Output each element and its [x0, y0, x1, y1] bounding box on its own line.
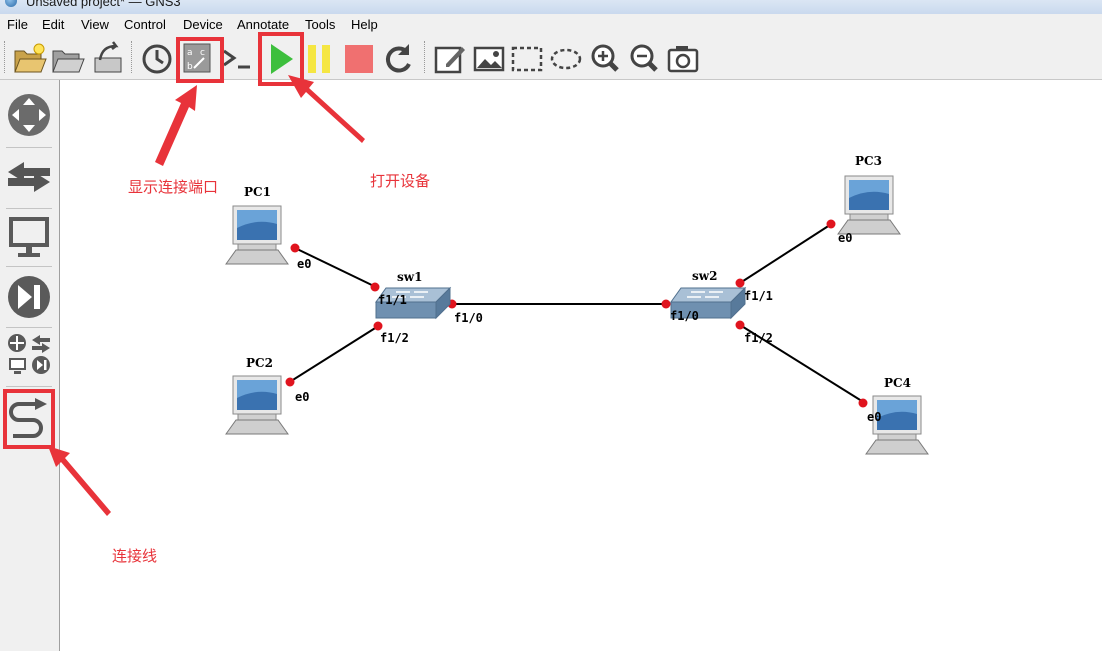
port-label-sw1-f1-2: f1/2 [380, 331, 409, 345]
screenshot-button[interactable] [666, 38, 702, 76]
draw-ellipse-button[interactable] [549, 38, 585, 76]
zoom-out-button[interactable] [628, 38, 664, 76]
terminal-icon [223, 49, 250, 69]
suspend-all-button[interactable] [302, 38, 338, 76]
pc-icon [837, 175, 901, 235]
toolbar-separator [424, 41, 427, 73]
pc-icon [225, 205, 289, 265]
gns3-logo-icon [5, 0, 17, 7]
pause-icon [308, 45, 330, 73]
pc-icon [865, 395, 929, 455]
reload-icon [385, 44, 411, 73]
title-bar: Unsaved project* — GNS3 [0, 0, 1102, 14]
node-label-pc3: PC3 [855, 154, 882, 168]
zoom-out-icon [630, 44, 658, 72]
highlight-interface-labels [176, 37, 224, 83]
annotation-show-ports: 显示连接端口 [128, 178, 219, 196]
ellipse-icon [550, 48, 582, 70]
picture-icon [473, 46, 505, 72]
browse-all-devices-button[interactable] [4, 330, 54, 380]
sidebar-divider [6, 266, 52, 267]
save-project-button[interactable] [90, 38, 126, 76]
highlight-add-link [3, 389, 55, 449]
node-label-sw2: sw2 [692, 269, 718, 283]
port-label-sw2-f1-2: f1/2 [744, 331, 773, 345]
insert-picture-button[interactable] [472, 38, 508, 76]
new-folder-icon [14, 43, 47, 73]
stop-icon [345, 45, 373, 73]
menu-tools[interactable]: Tools [305, 17, 335, 32]
all-devices-icon [8, 334, 50, 374]
pc2-node[interactable] [224, 374, 290, 441]
window-title: Unsaved project* — GNS3 [26, 0, 181, 9]
toolbar-separator [131, 41, 134, 73]
node-label-pc1: PC1 [244, 185, 271, 199]
browse-security-devices-button[interactable] [4, 272, 54, 322]
open-project-button[interactable] [50, 38, 86, 76]
browse-routers-button[interactable] [4, 90, 54, 140]
sidebar-divider [6, 147, 52, 148]
open-folder-icon [52, 50, 85, 73]
port-label-sw2-f1-1: f1/1 [744, 289, 773, 303]
port-label-pc2-e0: e0 [295, 390, 310, 404]
highlight-start-button [258, 32, 304, 86]
port-dot [290, 243, 300, 253]
device-type-sidebar [0, 80, 60, 651]
monitor-icon [9, 217, 49, 257]
node-label-pc2: PC2 [246, 356, 273, 370]
node-label-sw1: sw1 [397, 270, 423, 284]
camera-icon [667, 46, 699, 73]
browse-end-devices-button[interactable] [4, 212, 54, 262]
menu-file[interactable]: File [7, 17, 28, 32]
port-dot [826, 219, 836, 229]
sidebar-divider [6, 327, 52, 328]
link-pc3-sw2[interactable] [739, 222, 834, 284]
router-icon [8, 94, 50, 136]
edit-note-icon [434, 46, 465, 74]
menu-bar: File Edit View Control Device Annotate T… [0, 14, 1102, 36]
menu-help[interactable]: Help [351, 17, 378, 32]
port-label-pc4-e0: e0 [867, 410, 882, 424]
zoom-in-icon [591, 44, 619, 72]
pc-icon [225, 375, 289, 435]
port-label-sw2-f1-0: f1/0 [670, 309, 699, 323]
sidebar-divider [6, 208, 52, 209]
console-all-button[interactable] [220, 38, 256, 76]
stop-all-button[interactable] [342, 38, 378, 76]
port-label-sw1-f1-0: f1/0 [454, 311, 483, 325]
switch-arrows-icon [8, 162, 50, 192]
play-pause-circle-icon [8, 276, 50, 318]
rectangle-icon [511, 46, 543, 72]
save-icon [94, 41, 122, 73]
toolbar-grip [4, 41, 7, 73]
snapshot-button[interactable] [140, 38, 176, 76]
port-label-pc1-e0: e0 [297, 257, 312, 271]
menu-control[interactable]: Control [124, 17, 166, 32]
pc1-node[interactable] [224, 204, 290, 271]
node-label-pc4: PC4 [884, 376, 911, 390]
zoom-in-button[interactable] [589, 38, 625, 76]
sidebar-divider [6, 386, 52, 387]
browse-switches-button[interactable] [4, 152, 54, 202]
topology-drawing [285, 219, 868, 408]
annotation-add-link: 连接线 [112, 547, 158, 565]
menu-device[interactable]: Device [183, 17, 223, 32]
pc4-node[interactable] [864, 394, 930, 461]
menu-edit[interactable]: Edit [42, 17, 64, 32]
link-pc2-sw1[interactable] [287, 324, 381, 384]
port-label-sw1-f1-1: f1/1 [378, 293, 407, 307]
port-label-pc3-e0: e0 [838, 231, 853, 245]
new-project-button[interactable] [12, 38, 48, 76]
draw-rectangle-button[interactable] [510, 38, 546, 76]
annotation-start-devices: 打开设备 [370, 172, 431, 190]
clock-icon [142, 44, 172, 74]
topology-canvas[interactable]: PC1 PC2 PC3 PC4 sw1 sw2 e0 f1/1 e0 f1/2 … [60, 80, 1102, 651]
reload-all-button[interactable] [380, 38, 416, 76]
menu-view[interactable]: View [81, 17, 109, 32]
main-toolbar: a c b [0, 36, 1102, 80]
menu-annotate[interactable]: Annotate [237, 17, 289, 32]
add-note-button[interactable] [432, 38, 468, 76]
